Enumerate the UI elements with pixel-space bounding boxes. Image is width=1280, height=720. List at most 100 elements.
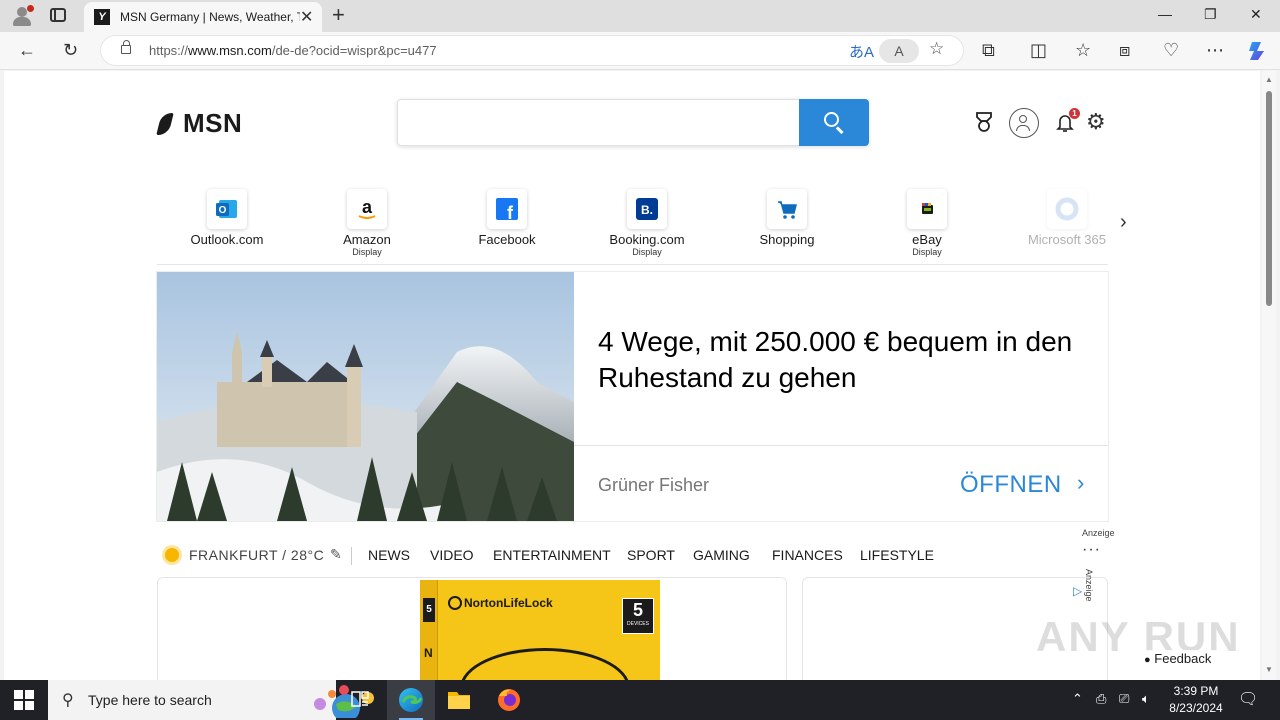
- meet-now-icon[interactable]: ⎙: [1096, 691, 1106, 707]
- outlook-icon: O: [207, 189, 247, 229]
- svg-text:B.: B.: [641, 203, 653, 217]
- norton-product-box: 5 N NortonLifeLock 5 DEVICES: [420, 580, 660, 680]
- quick-links-next-icon[interactable]: ›: [1120, 211, 1127, 234]
- ad-banner[interactable]: 4 Wege, mit 250.000 € bequem in den Ruhe…: [157, 272, 1108, 521]
- facebook-icon: f: [487, 189, 527, 229]
- nav-gaming[interactable]: GAMING: [693, 547, 750, 563]
- chevron-right-icon[interactable]: ›: [1077, 470, 1084, 496]
- close-tab-icon[interactable]: ✕: [300, 7, 313, 27]
- quick-link-amazon[interactable]: a Amazon Display: [297, 189, 437, 257]
- category-nav: FRANKFURT / 28°C ✎ NEWS VIDEO ENTERTAINM…: [157, 541, 1108, 571]
- msn-logo[interactable]: MSN: [157, 108, 242, 139]
- svg-text:O: O: [219, 205, 227, 216]
- volume-icon[interactable]: 🔈︎: [1142, 691, 1150, 707]
- scroll-thumb[interactable]: [1266, 91, 1272, 306]
- quick-link-facebook[interactable]: f Facebook: [437, 189, 577, 247]
- new-tab-icon[interactable]: +: [332, 3, 345, 27]
- read-aloud-icon[interactable]: A: [879, 39, 919, 63]
- sign-in-avatar[interactable]: [1009, 108, 1039, 138]
- norton-ad-card[interactable]: 5 N NortonLifeLock 5 DEVICES: [157, 577, 787, 680]
- firefox-icon[interactable]: [485, 680, 533, 720]
- svg-text:f: f: [507, 203, 514, 223]
- nav-entertainment[interactable]: ENTERTAINMENT: [493, 547, 611, 563]
- refresh-icon[interactable]: ↻: [63, 40, 78, 60]
- nav-sport[interactable]: SPORT: [627, 547, 675, 563]
- ad-sponsor: Grüner Fisher: [598, 475, 710, 495]
- nav-news[interactable]: NEWS: [368, 547, 410, 563]
- ad-divider: [574, 445, 1108, 446]
- weather-location[interactable]: FRANKFURT / 28°C: [189, 547, 324, 563]
- quick-link-booking[interactable]: B. Booking.com Display: [577, 189, 717, 257]
- search-button[interactable]: [799, 99, 869, 146]
- search-box[interactable]: [397, 99, 869, 146]
- close-window-icon[interactable]: ✕: [1250, 6, 1262, 23]
- tab-title: MSN Germany | News, Weather, Top Stories: [120, 10, 300, 24]
- nav-video[interactable]: VIDEO: [430, 547, 474, 563]
- taskbar-search-placeholder: Type here to search: [88, 692, 212, 708]
- nav-lifestyle[interactable]: LIFESTYLE: [860, 547, 934, 563]
- booking-icon: B.: [627, 189, 667, 229]
- lock-icon[interactable]: [121, 40, 131, 54]
- tab-strip: Y MSN Germany | News, Weather, Top Stori…: [0, 0, 1280, 32]
- msn-logo-text: MSN: [183, 108, 243, 138]
- address-bar[interactable]: https://www.msn.com/de-de?ocid=wispr&pc=…: [100, 35, 964, 66]
- more-options-icon[interactable]: ···: [1082, 541, 1101, 559]
- windows-start-icon[interactable]: [14, 690, 34, 710]
- page-scrollbar[interactable]: ▲ ▼: [1262, 71, 1276, 680]
- msn-favicon-icon: Y: [94, 9, 110, 25]
- profile-icon[interactable]: [10, 5, 34, 27]
- split-screen-icon[interactable]: ◫: [1030, 40, 1047, 60]
- msn-page: MSN 1 ⚙ O Outlook.com a Amazon Display f…: [4, 71, 1260, 680]
- tray-overflow-icon[interactable]: ⌃: [1072, 691, 1083, 707]
- minimize-icon[interactable]: —: [1158, 6, 1172, 22]
- favorites-icon[interactable]: ☆: [1075, 40, 1091, 60]
- notification-badge: 1: [1069, 108, 1080, 119]
- ad-open-button[interactable]: ÖFFNEN: [960, 471, 1062, 499]
- search-input[interactable]: [408, 112, 788, 134]
- favorite-star-icon[interactable]: ☆: [929, 39, 944, 59]
- translate-icon[interactable]: あA: [849, 41, 874, 62]
- taskbar-clock[interactable]: 3:39 PM 8/23/2024: [1166, 683, 1226, 717]
- rewards-icon[interactable]: [974, 111, 994, 138]
- more-menu-icon[interactable]: ⋯: [1206, 40, 1224, 60]
- quick-links-bar: O Outlook.com a Amazon Display f Faceboo…: [157, 189, 1108, 265]
- ad-label-vertical: Anzeige: [1084, 569, 1094, 602]
- taskbar-search[interactable]: ⚲ Type here to search: [48, 680, 374, 720]
- svg-text:a: a: [362, 197, 373, 217]
- norton-check-icon: [448, 596, 462, 610]
- amazon-icon: a: [347, 189, 387, 229]
- adchoices-icon[interactable]: ▷: [1073, 584, 1082, 598]
- quick-link-ebay[interactable]: eBay Display: [857, 189, 997, 257]
- url-text[interactable]: https://www.msn.com/de-de?ocid=wispr&pc=…: [149, 43, 437, 58]
- quick-link-outlook[interactable]: O Outlook.com: [157, 189, 297, 247]
- edge-taskbar-icon[interactable]: [387, 680, 435, 720]
- quick-link-microsoft365[interactable]: Microsoft 365: [997, 189, 1137, 247]
- scroll-down-icon[interactable]: ▼: [1265, 665, 1273, 674]
- back-icon[interactable]: ←: [18, 40, 36, 60]
- sun-weather-icon: [165, 548, 179, 562]
- restore-icon[interactable]: ❐: [1204, 6, 1217, 23]
- extensions-icon[interactable]: ⧉: [982, 40, 995, 60]
- browser-essentials-icon[interactable]: ♡: [1163, 40, 1179, 60]
- notification-center-icon[interactable]: 🗨︎: [1238, 689, 1258, 709]
- quick-link-shopping[interactable]: Shopping: [717, 189, 857, 247]
- settings-gear-icon[interactable]: ⚙: [1086, 111, 1106, 133]
- file-explorer-icon[interactable]: [435, 680, 483, 720]
- norton-logo: NortonLifeLock: [448, 596, 553, 610]
- ebay-icon: [907, 189, 947, 229]
- tab-actions-icon[interactable]: [50, 8, 66, 22]
- nav-finances[interactable]: FINANCES: [772, 547, 843, 563]
- edit-pencil-icon[interactable]: ✎: [330, 546, 342, 563]
- windows-taskbar: ⚲ Type here to search ⌃ ⎙ ⎚ 🔈︎ 3:39 PM 8…: [0, 680, 1280, 720]
- norton-devices-badge: 5 DEVICES: [622, 598, 654, 634]
- task-view-icon[interactable]: [336, 680, 384, 720]
- tab-msn[interactable]: Y MSN Germany | News, Weather, Top Stori…: [84, 2, 322, 32]
- copilot-icon[interactable]: [1246, 39, 1270, 67]
- collections-icon[interactable]: ⧈: [1119, 40, 1130, 60]
- ad-headline[interactable]: 4 Wege, mit 250.000 € bequem in den Ruhe…: [598, 324, 1078, 396]
- search-icon: [824, 112, 839, 127]
- network-icon[interactable]: ⎚: [1119, 691, 1129, 707]
- feedback-button[interactable]: ● Feedback: [1140, 650, 1218, 670]
- browser-toolbar: ← ↻ https://www.msn.com/de-de?ocid=wispr…: [0, 32, 1280, 70]
- scroll-up-icon[interactable]: ▲: [1265, 75, 1273, 84]
